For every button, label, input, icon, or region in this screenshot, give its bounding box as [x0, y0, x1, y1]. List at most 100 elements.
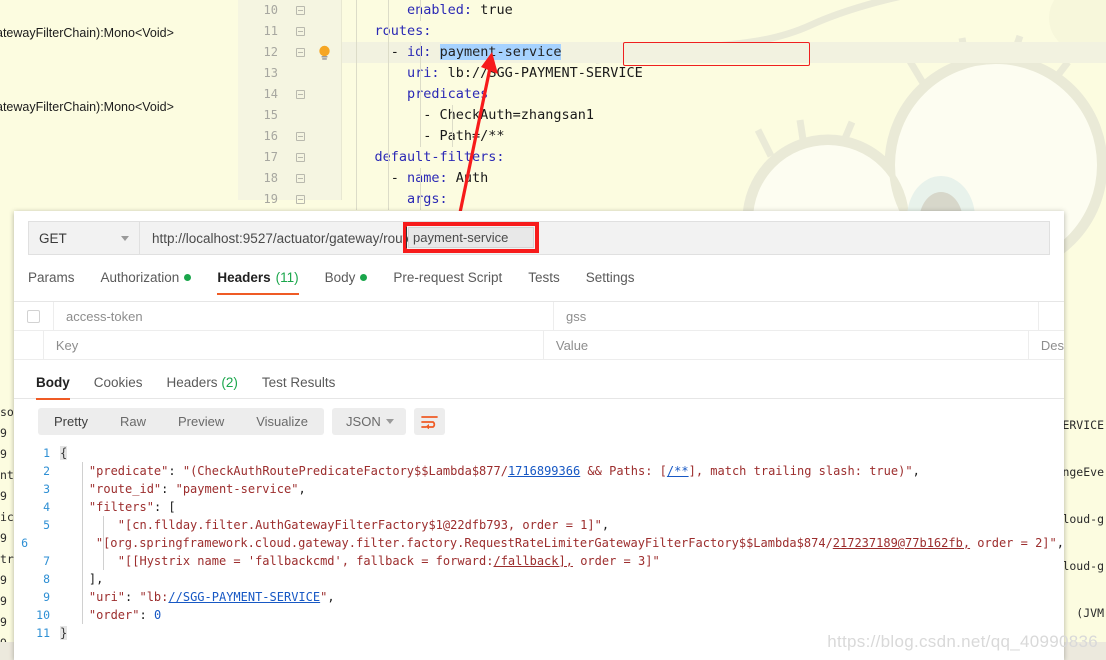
- editor-code-line[interactable]: - id: payment-service: [342, 42, 1106, 63]
- intention-bulb-icon[interactable]: [317, 45, 332, 61]
- response-body-json-viewer[interactable]: 1{2 "predicate": "(CheckAuthRoutePredica…: [14, 444, 1064, 642]
- url-path-variable-field[interactable]: payment-service: [408, 227, 534, 248]
- ide-signature-line-2: atewayFilterChain):Mono<Void>: [0, 100, 174, 114]
- json-line-number: 7: [43, 554, 50, 568]
- editor-gutter-row[interactable]: 18: [238, 168, 341, 189]
- json-line-number: 2: [43, 464, 50, 478]
- header-key-cell[interactable]: access-token: [54, 302, 554, 330]
- editor-gutter-row[interactable]: 12: [238, 42, 341, 63]
- editor-gutter-row[interactable]: 17: [238, 147, 341, 168]
- code-fold-icon[interactable]: [296, 195, 305, 204]
- json-line: 5 "[cn.fllday.filter.AuthGatewayFilterFa…: [14, 516, 1064, 534]
- code-fold-icon[interactable]: [296, 153, 305, 162]
- editor-code-line[interactable]: routes:: [342, 21, 1106, 42]
- response-view-mode-group[interactable]: Pretty Raw Preview Visualize: [38, 408, 325, 435]
- json-line-content: }: [60, 626, 68, 640]
- http-method-label: GET: [39, 230, 67, 246]
- http-method-select[interactable]: GET: [28, 221, 139, 255]
- request-tab-settings[interactable]: Settings: [586, 270, 635, 294]
- code-fold-icon[interactable]: [296, 27, 305, 36]
- console-text-fragment: tr: [0, 552, 14, 566]
- postman-window[interactable]: GET http://localhost:9527/actuator/gatew…: [14, 211, 1064, 660]
- request-tab-params[interactable]: Params: [28, 270, 75, 294]
- editor-gutter-row[interactable]: 14: [238, 84, 341, 105]
- header-description-cell[interactable]: [1039, 302, 1064, 330]
- request-tab-label: Body: [324, 270, 356, 285]
- editor-gutter-row[interactable]: 10: [238, 0, 341, 21]
- editor-code-line[interactable]: - CheckAuth=zhangsan1: [342, 105, 1106, 126]
- code-fold-icon[interactable]: [296, 174, 305, 183]
- editor-line-number: 14: [263, 87, 278, 101]
- request-tab-pre-request-script[interactable]: Pre-request Script: [393, 270, 502, 294]
- response-tab-headers[interactable]: Headers (2): [167, 375, 238, 399]
- json-line-number: 9: [43, 590, 50, 604]
- editor-line-number: 19: [263, 192, 278, 206]
- headers-table-row[interactable]: Key Value Des: [14, 331, 1064, 360]
- response-tab-label: Body: [36, 375, 70, 390]
- editor-code-line[interactable]: uri: lb://SGG-PAYMENT-SERVICE: [342, 63, 1106, 84]
- json-line: 6 "[org.springframework.cloud.gateway.fi…: [14, 534, 1064, 552]
- editor-code-line[interactable]: - name: Auth: [342, 168, 1106, 189]
- response-view-toolbar[interactable]: Pretty Raw Preview Visualize JSON: [14, 399, 1064, 435]
- editor-code-line[interactable]: default-filters:: [342, 147, 1106, 168]
- header-value-cell[interactable]: gss: [554, 302, 1039, 330]
- modified-dot-icon: [184, 274, 192, 281]
- view-mode-raw[interactable]: Raw: [104, 408, 162, 435]
- ide-code-editor[interactable]: 10 11 12 13 14 15 16 17 18 19 enabled: true route…: [238, 0, 1106, 210]
- response-tab-body[interactable]: Body: [36, 375, 70, 400]
- header-key-cell[interactable]: Key: [44, 331, 544, 359]
- chevron-down-icon: [121, 236, 129, 241]
- request-tab-tests[interactable]: Tests: [528, 270, 560, 294]
- url-path-variable-value: payment-service: [413, 230, 509, 245]
- json-line-content: {: [60, 446, 68, 460]
- view-mode-pretty[interactable]: Pretty: [38, 408, 104, 435]
- editor-gutter-row[interactable]: 16: [238, 126, 341, 147]
- request-tab-headers[interactable]: Headers (11): [217, 270, 299, 295]
- json-line-number: 11: [36, 626, 50, 640]
- header-enabled-checkbox[interactable]: [14, 331, 44, 359]
- code-fold-icon[interactable]: [296, 6, 305, 15]
- response-tab-label: Test Results: [261, 375, 336, 390]
- code-fold-icon[interactable]: [296, 90, 305, 99]
- request-tabs[interactable]: Params Authorization Headers (11) Body Pre-re…: [14, 270, 1064, 302]
- request-url-bar[interactable]: GET http://localhost:9527/actuator/gatew…: [14, 211, 1064, 261]
- editor-line-number: 15: [263, 108, 278, 122]
- editor-code-line[interactable]: args:: [342, 189, 1106, 210]
- editor-gutter-row[interactable]: 11: [238, 21, 341, 42]
- headers-key-value-table[interactable]: access-token gss Key Value Des: [14, 302, 1064, 360]
- response-tab-cookies[interactable]: Cookies: [94, 375, 143, 399]
- editor-gutter[interactable]: 10 11 12 13 14 15 16 17 18 19: [238, 0, 342, 206]
- request-url-input[interactable]: http://localhost:9527/actuator/gateway/r…: [139, 221, 1050, 255]
- request-tab-body[interactable]: Body: [325, 270, 368, 294]
- json-line-number: 4: [43, 500, 50, 514]
- word-wrap-button[interactable]: [414, 408, 446, 435]
- json-line-content: "filters": [: [88, 500, 176, 514]
- json-indent-guide: [82, 462, 83, 624]
- response-tab-test-results[interactable]: Test Results: [262, 375, 336, 399]
- editor-gutter-row[interactable]: 13: [238, 63, 341, 84]
- code-fold-icon[interactable]: [296, 48, 305, 57]
- editor-gutter-row[interactable]: 15: [238, 105, 341, 126]
- json-line: 8 ],: [14, 570, 1064, 588]
- view-mode-visualize[interactable]: Visualize: [240, 408, 324, 435]
- response-format-select[interactable]: JSON: [332, 408, 407, 435]
- header-enabled-checkbox[interactable]: [14, 302, 54, 330]
- view-mode-preview[interactable]: Preview: [162, 408, 240, 435]
- json-line-content: "uri": "lb://SGG-PAYMENT-SERVICE",: [88, 590, 335, 604]
- editor-line-number: 13: [263, 66, 278, 80]
- editor-code-line[interactable]: enabled: true: [342, 0, 1106, 21]
- word-wrap-icon: [421, 415, 438, 429]
- header-value-cell[interactable]: Value: [544, 331, 1029, 359]
- editor-code-line[interactable]: - Path=/**: [342, 126, 1106, 147]
- response-tabs[interactable]: Body Cookies Headers (2) Test Results: [14, 366, 1064, 400]
- code-fold-icon[interactable]: [296, 132, 305, 141]
- header-description-cell[interactable]: Des: [1029, 331, 1064, 359]
- editor-code-line[interactable]: predicates: [342, 84, 1106, 105]
- request-tab-authorization[interactable]: Authorization: [101, 270, 192, 294]
- editor-gutter-row[interactable]: 19: [238, 189, 341, 210]
- json-line-number: 8: [43, 572, 50, 586]
- json-line-content: "route_id": "payment-service",: [88, 482, 306, 496]
- editor-code-area[interactable]: enabled: true routes: - id: payment-serv…: [342, 0, 1106, 210]
- headers-table-row[interactable]: access-token gss: [14, 302, 1064, 331]
- request-tab-count: (11): [275, 270, 299, 285]
